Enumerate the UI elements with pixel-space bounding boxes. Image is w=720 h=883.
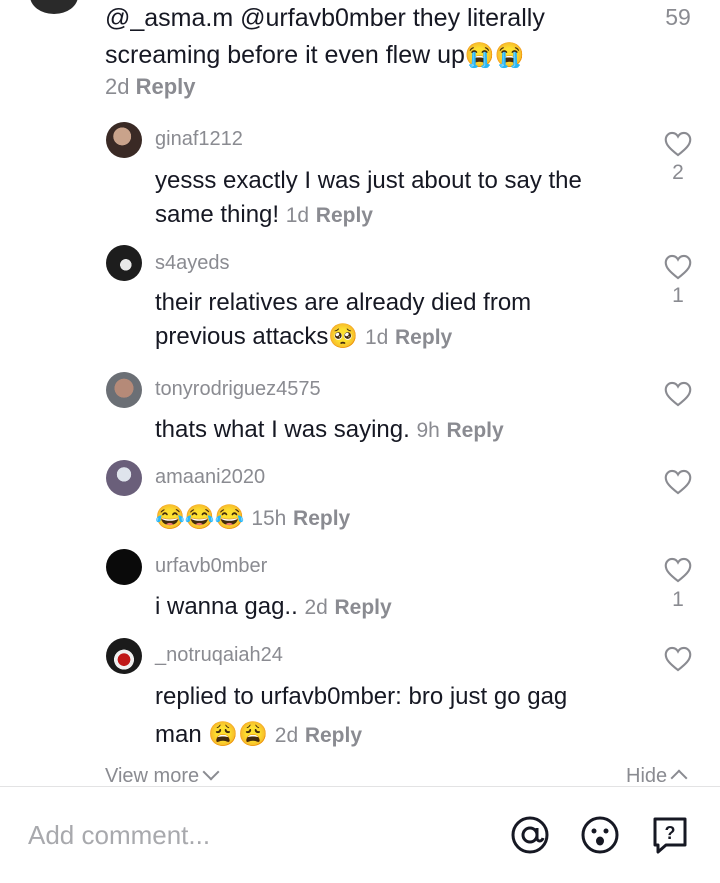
avatar[interactable]	[106, 372, 142, 408]
comment-emoji: 😂😂😂	[155, 504, 245, 531]
comment-time: 1d	[364, 326, 389, 349]
comment-time: 9h	[416, 419, 440, 442]
comment-emoji: 😭😭	[464, 42, 525, 69]
emoji-icon[interactable]	[580, 815, 620, 855]
reply-prefix: replied to	[155, 683, 254, 710]
avatar[interactable]	[30, 0, 78, 14]
at-icon[interactable]	[510, 815, 550, 855]
comment-time: 1d	[285, 204, 310, 227]
view-more-button[interactable]: View more	[105, 763, 220, 788]
view-more-label: View more	[105, 765, 200, 787]
comment-time: 2d	[304, 596, 328, 619]
like-count: 1	[672, 588, 684, 611]
avatar[interactable]	[106, 549, 142, 585]
comment-emoji: 😩😩	[208, 721, 269, 748]
heart-icon[interactable]	[664, 381, 692, 407]
comment-emoji: 🥺	[328, 323, 359, 350]
avatar[interactable]	[106, 245, 142, 281]
comment-body: thats what I was saying.	[155, 416, 410, 443]
reply-button[interactable]: Reply	[395, 326, 452, 349]
question-icon[interactable]: ?	[650, 815, 690, 855]
comment-body: i wanna gag..	[155, 593, 298, 620]
chevron-down-icon	[202, 763, 220, 781]
like-count: 59	[665, 4, 691, 30]
comment-meta: 2d Reply	[105, 74, 196, 100]
comment-username[interactable]: tonyrodriguez4575	[155, 378, 321, 401]
comment-username[interactable]: _notruqaiah24	[155, 644, 283, 667]
comment-username[interactable]: ginaf1212	[155, 128, 243, 151]
reply-button[interactable]: Reply	[136, 74, 196, 99]
mention-link[interactable]: urfavb0mber	[260, 683, 395, 710]
heart-icon[interactable]	[664, 646, 692, 672]
comment-username[interactable]: amaani2020	[155, 466, 265, 489]
reply-to-username[interactable]: urfavb0mber	[260, 683, 395, 710]
chevron-up-icon	[670, 769, 688, 787]
comment-text: their relatives are already died from pr…	[155, 286, 615, 355]
reply-button[interactable]: Reply	[316, 204, 373, 227]
like-count: 2	[672, 161, 684, 184]
avatar[interactable]	[106, 122, 142, 158]
comment-text: yesss exactly I was just about to say th…	[155, 164, 625, 233]
comment-input[interactable]: Add comment...	[28, 820, 210, 851]
hide-button[interactable]: Hide	[626, 765, 688, 788]
comment-text: i wanna gag.. 2d Reply	[155, 590, 625, 625]
comment-text: thats what I was saying. 9h Reply	[155, 413, 625, 448]
reply-button[interactable]: Reply	[334, 596, 391, 619]
mention-link[interactable]: @urfavb0mber	[240, 4, 406, 32]
like-count: 1	[672, 284, 684, 307]
comment-username[interactable]: urfavb0mber	[155, 555, 267, 578]
comment-text: 😂😂😂 15h Reply	[155, 501, 625, 536]
comment-text: replied to urfavb0mber: bro just go gag …	[155, 683, 568, 748]
avatar[interactable]	[106, 638, 142, 674]
mention-link[interactable]: @_asma.m	[105, 4, 233, 32]
avatar[interactable]	[106, 460, 142, 496]
heart-icon[interactable]	[664, 557, 692, 583]
reply-button[interactable]: Reply	[293, 507, 350, 530]
comment-time: 15h	[251, 507, 287, 530]
comment-input-bar: Add comment... ?	[0, 787, 720, 883]
svg-text:?: ?	[665, 823, 676, 843]
reply-button[interactable]: Reply	[305, 724, 362, 747]
comment-username[interactable]: s4ayeds	[155, 252, 230, 275]
heart-icon[interactable]	[664, 131, 692, 157]
comment-text: @_asma.m @urfavb0mber they literally scr…	[105, 0, 595, 74]
comment-time: 2d	[105, 74, 130, 99]
heart-icon[interactable]	[664, 254, 692, 280]
comment-time: 2d	[274, 724, 299, 747]
hide-label: Hide	[626, 765, 668, 787]
heart-icon[interactable]	[664, 469, 692, 495]
reply-button[interactable]: Reply	[447, 419, 504, 442]
